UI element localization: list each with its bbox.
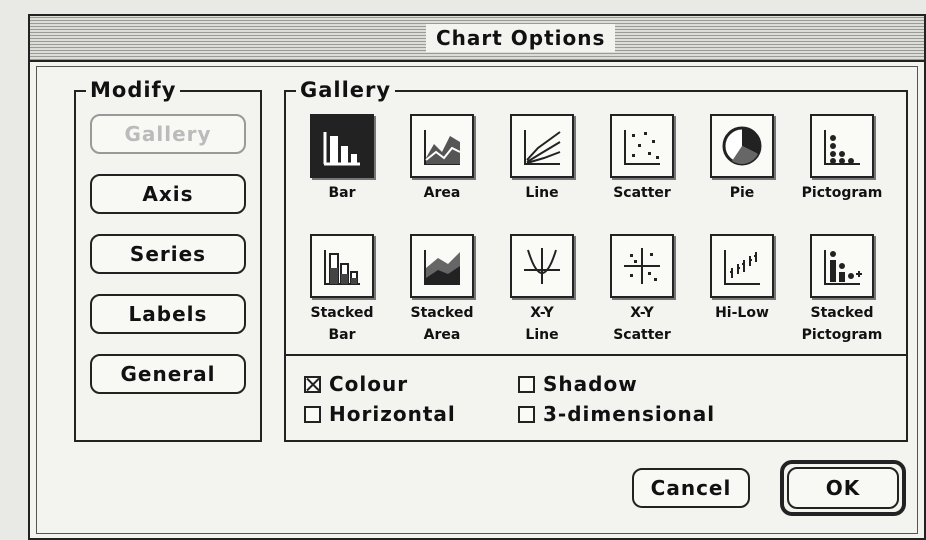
chart-type-label: Area: [423, 185, 461, 201]
chart-type-label: Hi-Low: [715, 305, 769, 321]
stacked-bar-chart-icon: [310, 234, 374, 298]
chart-type-label: Stacked Pictogram: [801, 305, 883, 343]
line-chart-icon: [510, 114, 574, 178]
chart-options-dialog: Chart Options Modify Gallery Axis Series…: [28, 14, 926, 540]
gallery-group: Gallery Bar Area Line Scatter Pie Pictog…: [284, 76, 908, 442]
chart-type-label: Scatter: [613, 185, 671, 201]
chart-type-pie[interactable]: Pie: [692, 114, 792, 204]
chart-type-label: Line: [525, 185, 559, 201]
horizontal-label: Horizontal: [329, 402, 456, 426]
chart-type-pictogram[interactable]: Pictogram: [792, 114, 892, 204]
chart-type-line[interactable]: Line: [492, 114, 592, 204]
checkbox-unchecked-icon: [518, 405, 535, 423]
chart-type-label: Stacked Bar: [310, 305, 374, 343]
horizontal-checkbox[interactable]: Horizontal: [304, 402, 456, 426]
chart-type-label: X-Y Scatter: [613, 305, 671, 343]
chart-type-stacked-bar[interactable]: Stacked Bar: [292, 234, 392, 346]
series-button[interactable]: Series: [90, 234, 246, 274]
xy-scatter-chart-icon: [610, 234, 674, 298]
modify-group-label: Modify: [86, 76, 181, 104]
dialog-title: Chart Options: [426, 24, 616, 52]
checkbox-unchecked-icon: [518, 375, 535, 393]
hi-low-chart-icon: [710, 234, 774, 298]
gallery-group-label: Gallery: [296, 76, 396, 104]
shadow-checkbox[interactable]: Shadow: [518, 372, 638, 396]
axis-button[interactable]: Axis: [90, 174, 246, 214]
stacked-area-chart-icon: [410, 234, 474, 298]
chart-type-xy-scatter[interactable]: X-Y Scatter: [592, 234, 692, 346]
checkbox-unchecked-icon: [304, 405, 321, 423]
checkbox-checked-icon: [304, 375, 321, 393]
chart-type-label: Pictogram: [801, 185, 883, 201]
chart-type-hi-low[interactable]: Hi-Low: [692, 234, 792, 324]
labels-button[interactable]: Labels: [90, 294, 246, 334]
pie-chart-icon: [710, 114, 774, 178]
title-bar[interactable]: Chart Options: [30, 16, 924, 62]
ok-button-default-ring: OK: [780, 460, 906, 516]
shadow-label: Shadow: [543, 372, 638, 396]
area-chart-icon: [410, 114, 474, 178]
colour-checkbox[interactable]: Colour: [304, 372, 408, 396]
general-button[interactable]: General: [90, 354, 246, 394]
pictogram-chart-icon: [810, 114, 874, 178]
modify-group: Modify Gallery Axis Series Labels Genera…: [74, 76, 262, 442]
xy-line-chart-icon: [510, 234, 574, 298]
chart-type-label: Stacked Area: [410, 305, 474, 343]
chart-type-area[interactable]: Area: [392, 114, 492, 204]
chart-type-bar[interactable]: Bar: [292, 114, 392, 204]
chart-type-label: X-Y Line: [525, 305, 559, 343]
chart-type-label: Pie: [729, 185, 755, 201]
chart-type-label: Bar: [328, 185, 356, 201]
colour-label: Colour: [329, 372, 409, 396]
scatter-chart-icon: [610, 114, 674, 178]
bar-chart-icon: [310, 114, 374, 178]
chart-type-scatter[interactable]: Scatter: [592, 114, 692, 204]
chart-type-stacked-pictogram[interactable]: Stacked Pictogram: [792, 234, 892, 346]
gallery-button[interactable]: Gallery: [90, 114, 246, 154]
three-dimensional-label: 3-dimensional: [543, 402, 716, 426]
chart-type-xy-line[interactable]: X-Y Line: [492, 234, 592, 346]
cancel-button[interactable]: Cancel: [632, 468, 750, 508]
ok-button[interactable]: OK: [787, 467, 899, 509]
chart-type-stacked-area[interactable]: Stacked Area: [392, 234, 492, 346]
stacked-pictogram-chart-icon: [810, 234, 874, 298]
three-dimensional-checkbox[interactable]: 3-dimensional: [518, 402, 715, 426]
gallery-divider: [286, 354, 906, 356]
